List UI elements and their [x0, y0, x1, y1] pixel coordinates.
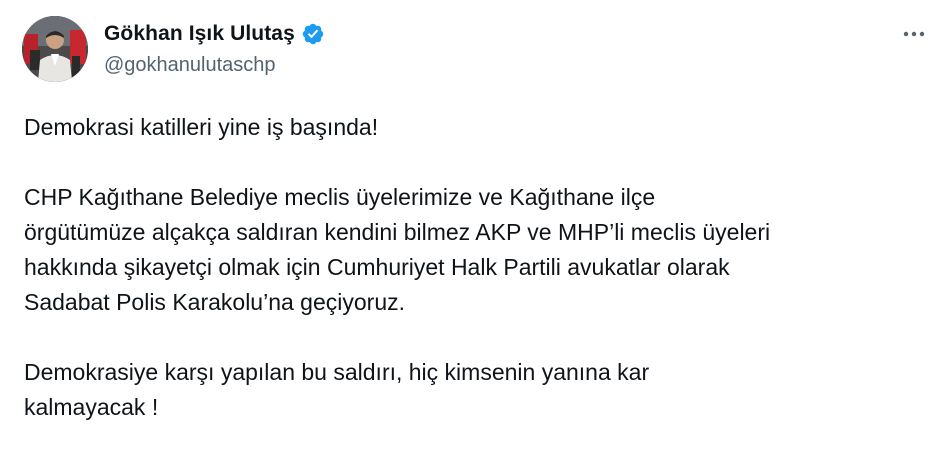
tweet-line: örgütümüze alçakça saldıran kendini bilm…: [24, 219, 771, 245]
tweet-line: CHP Kağıthane Belediye meclis üyelerimiz…: [24, 184, 656, 210]
tweet-line: Demokrasiye karşı yapılan bu saldırı, hi…: [24, 359, 650, 385]
tweet-line: kalmayacak !: [24, 394, 159, 420]
more-options-icon[interactable]: [898, 22, 930, 46]
verified-badge-icon[interactable]: [301, 22, 325, 46]
tweet-card: Gökhan Işık Ulutaş @gokhanulutaschp Demo…: [0, 0, 950, 450]
tweet-text: Demokrasi katilleri yine iş başında! CHP…: [24, 110, 930, 425]
tweet-line: Sadabat Polis Karakolu’na geçiyoruz.: [24, 289, 406, 315]
user-handle[interactable]: @gokhanulutaschp: [104, 54, 325, 77]
avatar-image: [22, 16, 88, 82]
avatar[interactable]: [22, 16, 88, 82]
tweet-line: Demokrasi katilleri yine iş başında!: [24, 114, 379, 140]
name-row: Gökhan Işık Ulutaş: [104, 20, 325, 48]
tweet-line: hakkında şikayetçi olmak için Cumhuriyet…: [24, 254, 730, 280]
display-name[interactable]: Gökhan Işık Ulutaş: [104, 22, 295, 46]
author-block: Gökhan Işık Ulutaş @gokhanulutaschp: [104, 20, 325, 77]
